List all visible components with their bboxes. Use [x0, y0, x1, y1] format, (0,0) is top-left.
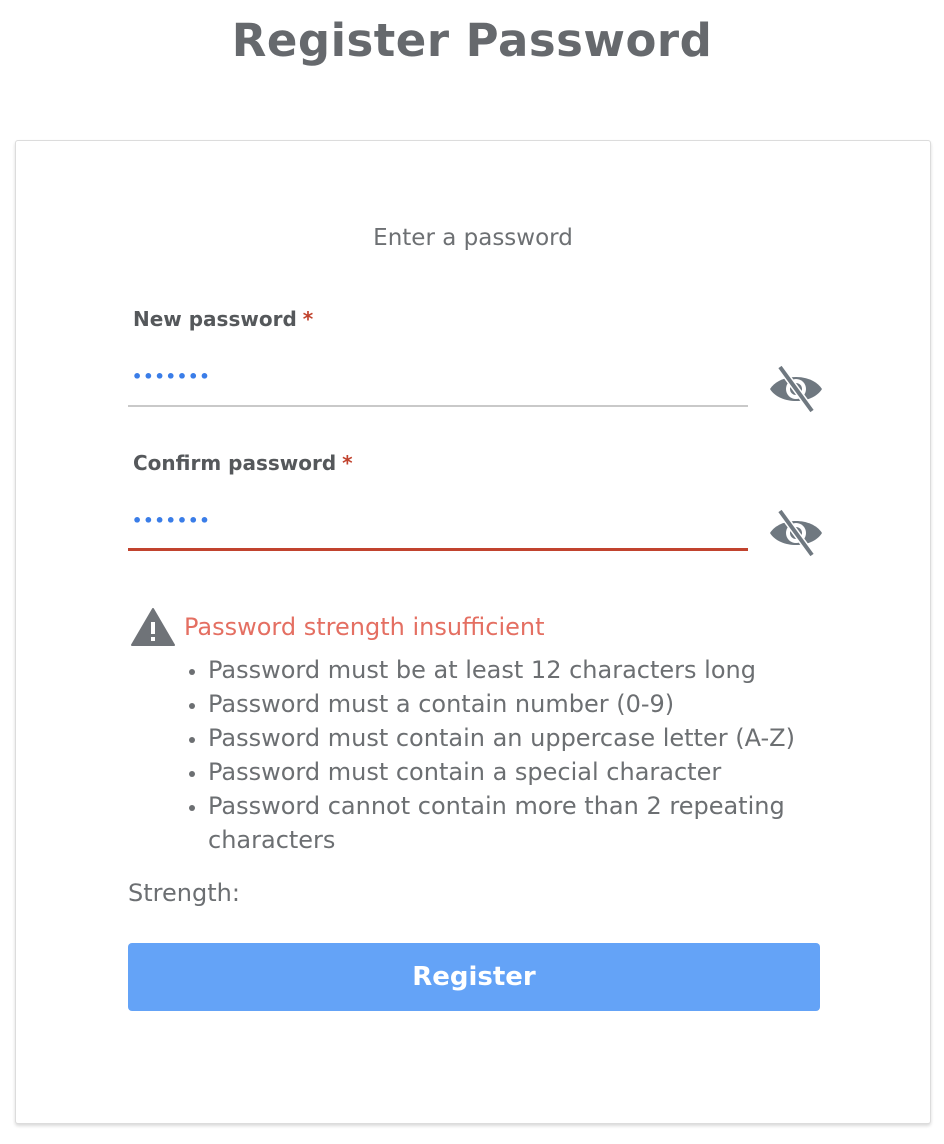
- list-item: Password must be at least 12 characters …: [208, 653, 804, 687]
- warning-message: Password strength insufficient: [184, 613, 545, 641]
- new-password-label: New password *: [133, 307, 313, 331]
- page-title: Register Password: [231, 14, 713, 67]
- confirm-password-label-text: Confirm password: [133, 451, 337, 475]
- eye-slash-icon[interactable]: [768, 363, 824, 415]
- register-button[interactable]: Register: [128, 943, 820, 1011]
- strength-label: Strength:: [128, 879, 240, 907]
- confirm-password-label: Confirm password *: [133, 451, 353, 475]
- required-marker: *: [302, 307, 314, 331]
- new-password-label-text: New password: [133, 307, 297, 331]
- password-strength-warning: Password strength insufficient: [130, 607, 545, 647]
- form-subtitle: Enter a password: [373, 225, 573, 251]
- confirm-password-value: •••••••: [132, 511, 211, 530]
- required-marker: *: [342, 451, 353, 475]
- confirm-password-input[interactable]: •••••••: [128, 503, 748, 551]
- register-card: Enter a password New password * ••••••• C…: [15, 140, 931, 1124]
- new-password-input[interactable]: •••••••: [128, 359, 748, 407]
- list-item: Password must a contain number (0-9): [208, 687, 804, 721]
- requirements-list: Password must be at least 12 characters …: [164, 653, 804, 857]
- new-password-value: •••••••: [132, 367, 211, 386]
- list-item: Password must contain an uppercase lette…: [208, 721, 804, 755]
- warning-icon: [131, 608, 175, 646]
- eye-slash-icon[interactable]: [768, 507, 824, 559]
- list-item: Password must contain a special characte…: [208, 755, 804, 789]
- list-item: Password cannot contain more than 2 repe…: [208, 789, 804, 857]
